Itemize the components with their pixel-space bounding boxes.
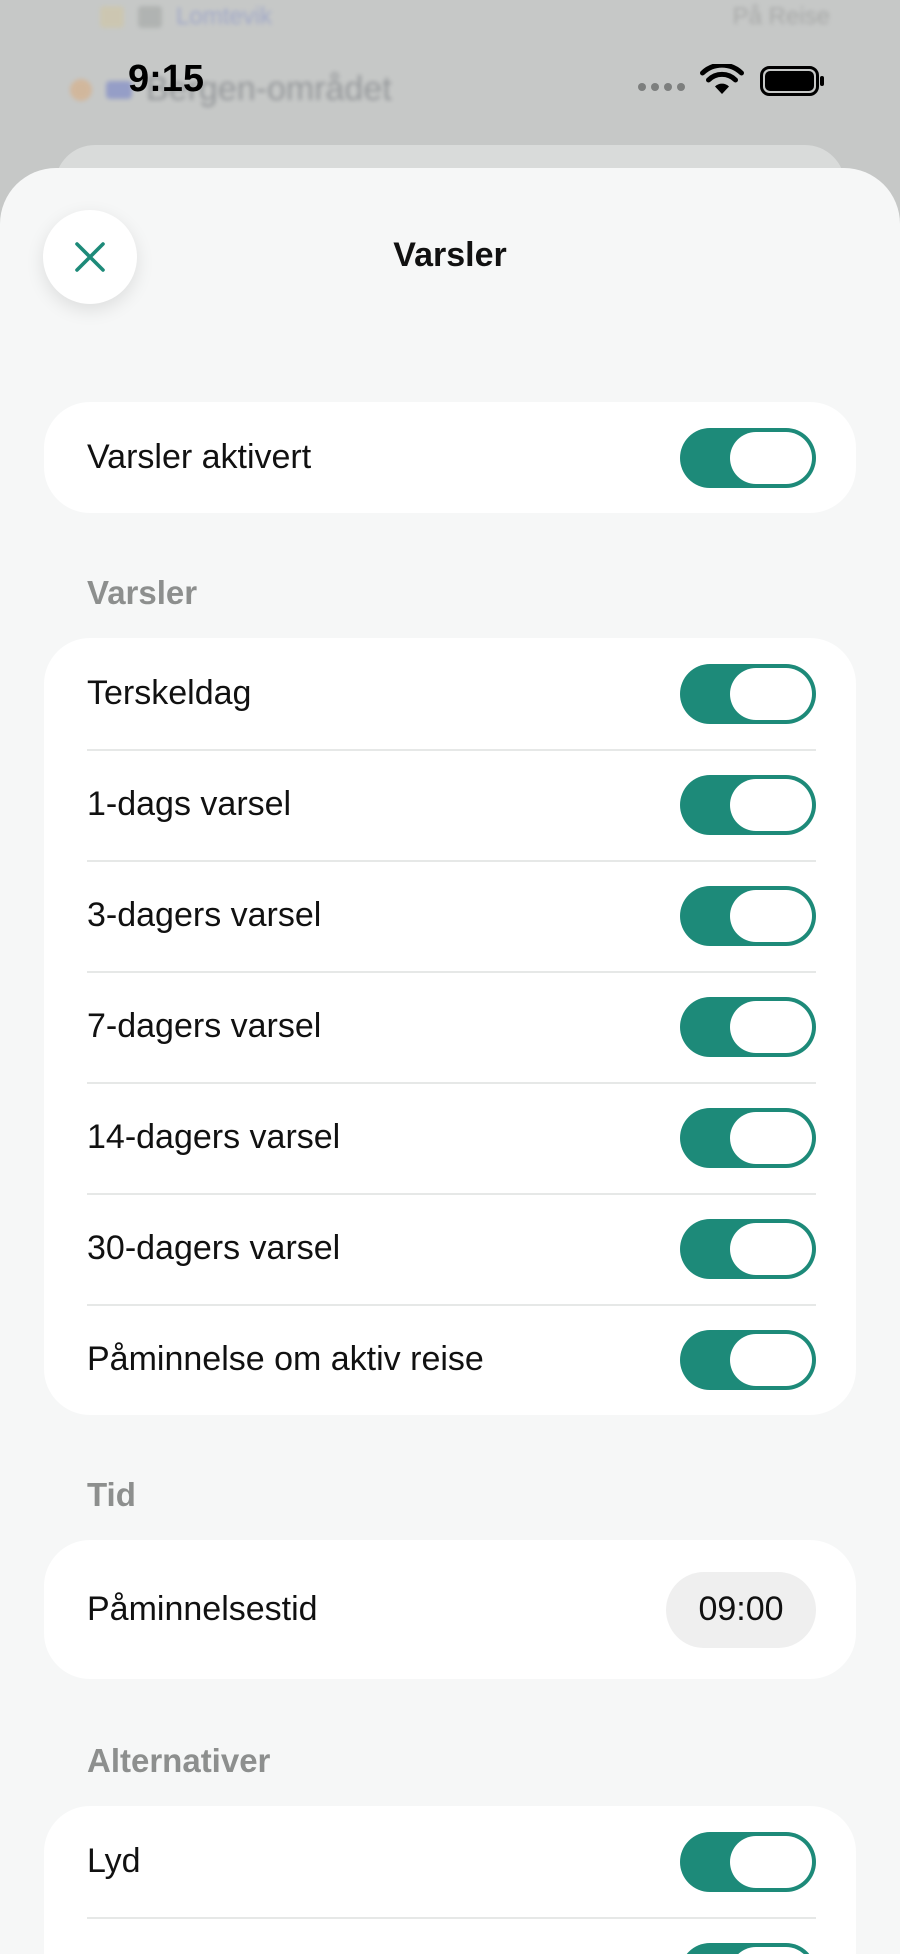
toggle-knob (730, 431, 812, 484)
reminder-time-picker[interactable]: 09:00 (666, 1571, 816, 1648)
section-header-time: Tid (87, 1476, 136, 1513)
time-group: Påminnelsestid 09:00 (44, 1540, 856, 1679)
toggle-knob (730, 1000, 812, 1053)
alert-label: Terskeldag (87, 674, 252, 712)
alert-row-1-day: 1-dags varsel (44, 749, 856, 860)
alert-label: 14-dagers varsel (87, 1118, 341, 1156)
toggle-knob (730, 1111, 812, 1164)
notifications-sheet: Varsler Varsler aktivert Varsler Terskel… (0, 168, 900, 1954)
option-row-sound: Lyd (44, 1806, 856, 1917)
master-toggle-group: Varsler aktivert (44, 402, 856, 513)
alert-row-3-day: 3-dagers varsel (44, 860, 856, 971)
alert-row-14-day: 14-dagers varsel (44, 1082, 856, 1193)
signal-dots-icon (638, 83, 685, 91)
toggle-knob (730, 1222, 812, 1275)
alert-row-threshold-day: Terskeldag (44, 638, 856, 749)
option-toggle-sound[interactable] (680, 1831, 816, 1892)
toggle-knob (730, 1333, 812, 1386)
master-toggle-label: Varsler aktivert (87, 438, 312, 476)
options-group: Lyd (44, 1806, 856, 1954)
battery-icon (760, 66, 824, 96)
master-toggle-row: Varsler aktivert (44, 402, 856, 513)
toggle-knob (730, 1946, 812, 1954)
alert-label: 30-dagers varsel (87, 1229, 341, 1267)
alert-label: 7-dagers varsel (87, 1007, 322, 1045)
alert-toggle-threshold-day[interactable] (680, 663, 816, 724)
alert-toggle-14-day[interactable] (680, 1107, 816, 1168)
toggle-knob (730, 667, 812, 720)
status-bar: 9:15 (0, 0, 900, 165)
section-header-alerts: Varsler (87, 574, 198, 611)
alert-row-active-trip: Påminnelse om aktiv reise (44, 1304, 856, 1415)
option-toggle-next[interactable] (680, 1942, 816, 1954)
alert-label: 1-dags varsel (87, 785, 292, 823)
alert-toggle-30-day[interactable] (680, 1218, 816, 1279)
alert-row-7-day: 7-dagers varsel (44, 971, 856, 1082)
toggle-knob (730, 889, 812, 942)
option-label: Lyd (87, 1842, 141, 1880)
toggle-knob (730, 778, 812, 831)
section-header-options: Alternativer (87, 1742, 271, 1779)
option-row-next (44, 1917, 856, 1954)
reminder-time-label: Påminnelsestid (87, 1590, 318, 1628)
alert-toggle-3-day[interactable] (680, 885, 816, 946)
alerts-group: Terskeldag 1-dags varsel 3-dagers varsel… (44, 638, 856, 1415)
alert-label: Påminnelse om aktiv reise (87, 1340, 484, 1378)
alert-label: 3-dagers varsel (87, 896, 322, 934)
sheet-title: Varsler (393, 236, 507, 274)
alert-row-30-day: 30-dagers varsel (44, 1193, 856, 1304)
alert-toggle-1-day[interactable] (680, 774, 816, 835)
alert-toggle-7-day[interactable] (680, 996, 816, 1057)
wifi-icon (700, 64, 744, 94)
status-time: 9:15 (128, 58, 205, 100)
toggle-knob (730, 1835, 812, 1888)
screen: Lomtevik På Reise Bergen-området 9:15 Va… (0, 0, 900, 1954)
alert-toggle-active-trip[interactable] (680, 1329, 816, 1390)
reminder-time-row: Påminnelsestid 09:00 (44, 1540, 856, 1679)
master-toggle-switch[interactable] (680, 427, 816, 488)
